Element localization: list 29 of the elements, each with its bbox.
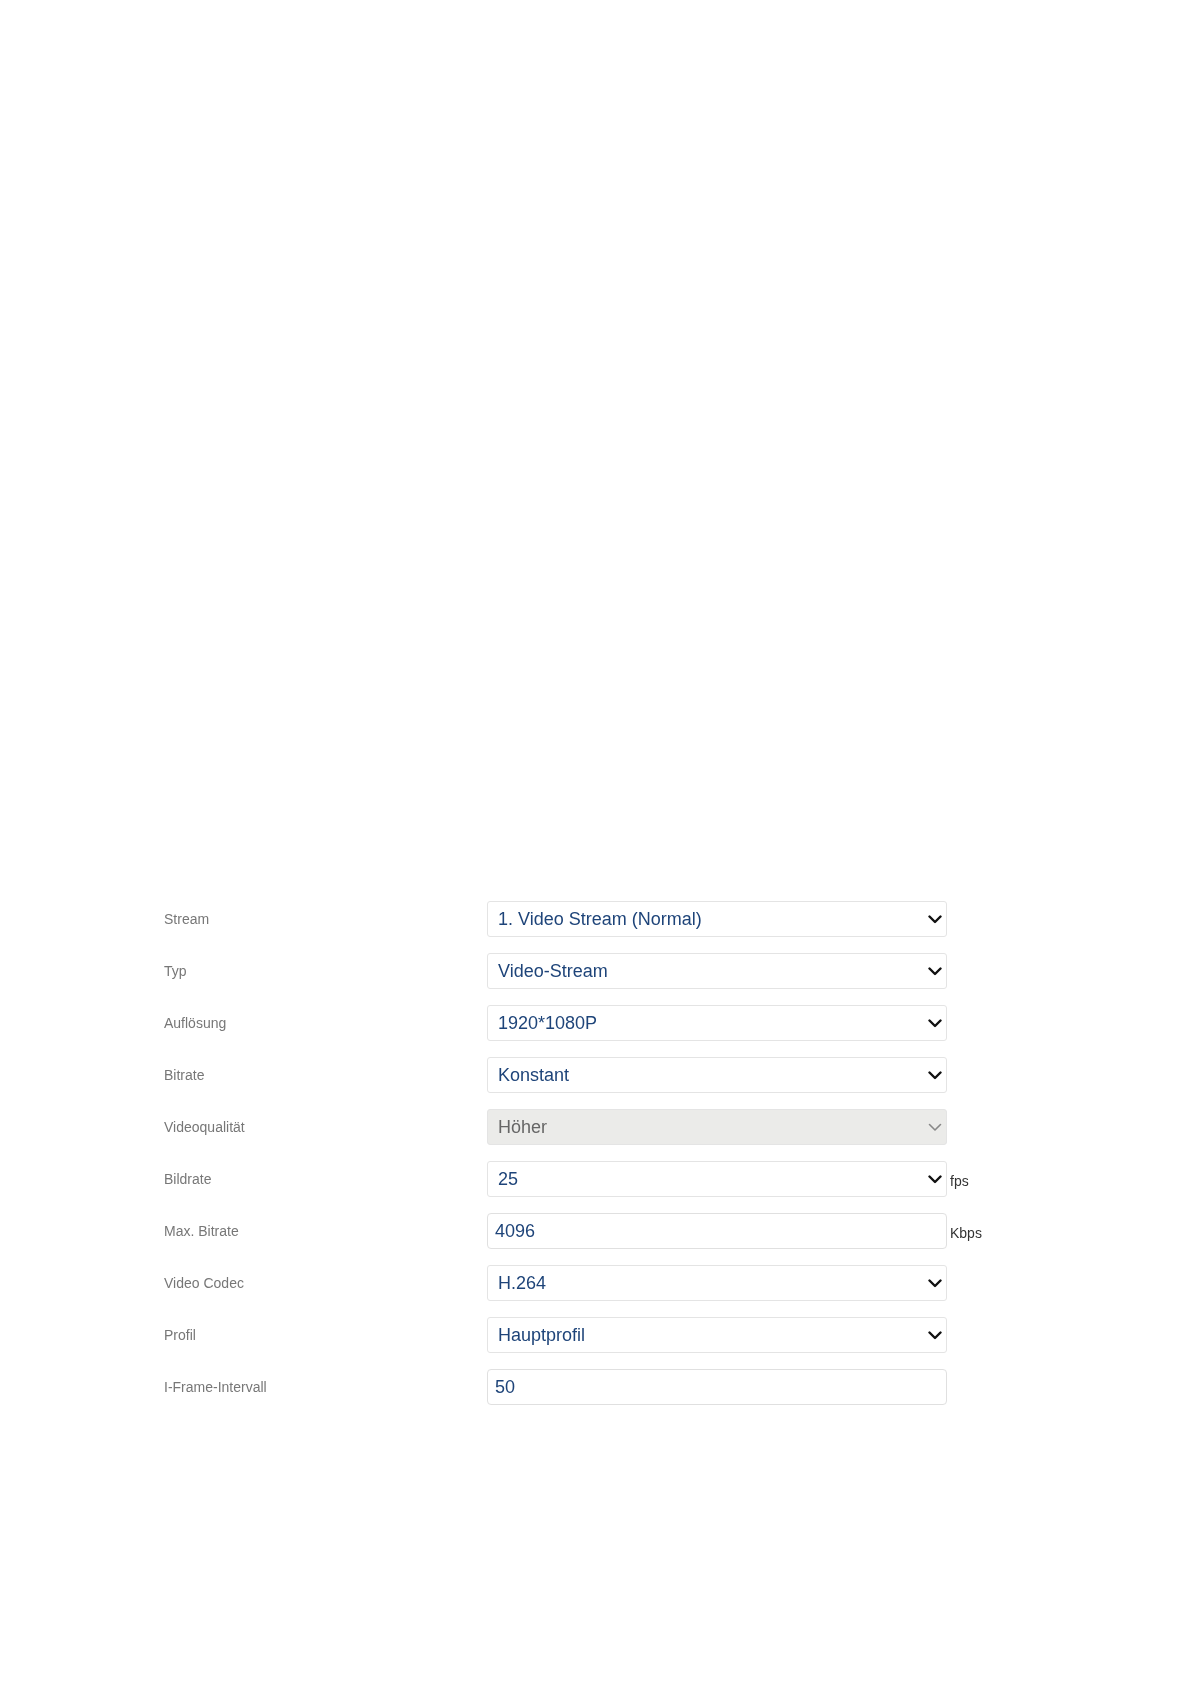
field-label: Bildrate <box>164 1169 213 1189</box>
field-label: Videoqualität <box>164 1117 246 1137</box>
chevron-down-icon <box>928 1330 942 1340</box>
chevron-down-icon <box>928 1278 942 1288</box>
chevron-down-icon <box>928 914 942 924</box>
dropdown-field[interactable]: H.264 <box>487 1265 947 1301</box>
chevron-down-icon <box>928 1070 942 1080</box>
dropdown-field[interactable]: Video-Stream <box>487 953 947 989</box>
chevron-down-icon <box>928 966 942 976</box>
dropdown-field[interactable]: 25 <box>487 1161 947 1197</box>
field-label: Video Codec <box>164 1273 245 1293</box>
field-label: Stream <box>164 909 211 929</box>
field-label: Typ <box>164 961 188 981</box>
unit-label: fps <box>950 1171 969 1191</box>
chevron-down-icon <box>928 1174 942 1184</box>
chevron-down-icon <box>928 1018 942 1028</box>
dropdown-field[interactable]: 1920*1080P <box>487 1005 947 1041</box>
dropdown-field[interactable]: Konstant <box>487 1057 947 1093</box>
unit-label: Kbps <box>950 1223 982 1243</box>
field-label: Profil <box>164 1325 197 1345</box>
input-field[interactable]: 4096 <box>487 1213 947 1249</box>
dropdown-field[interactable]: Hauptprofil <box>487 1317 947 1353</box>
input-field[interactable]: 50 <box>487 1369 947 1405</box>
field-label: Bitrate <box>164 1065 206 1085</box>
chevron-down-icon <box>928 1122 942 1132</box>
field-label: Auflösung <box>164 1013 228 1033</box>
field-label: Max. Bitrate <box>164 1221 240 1241</box>
field-label: I-Frame-Intervall <box>164 1377 268 1397</box>
dropdown-field[interactable]: 1. Video Stream (Normal) <box>487 901 947 937</box>
